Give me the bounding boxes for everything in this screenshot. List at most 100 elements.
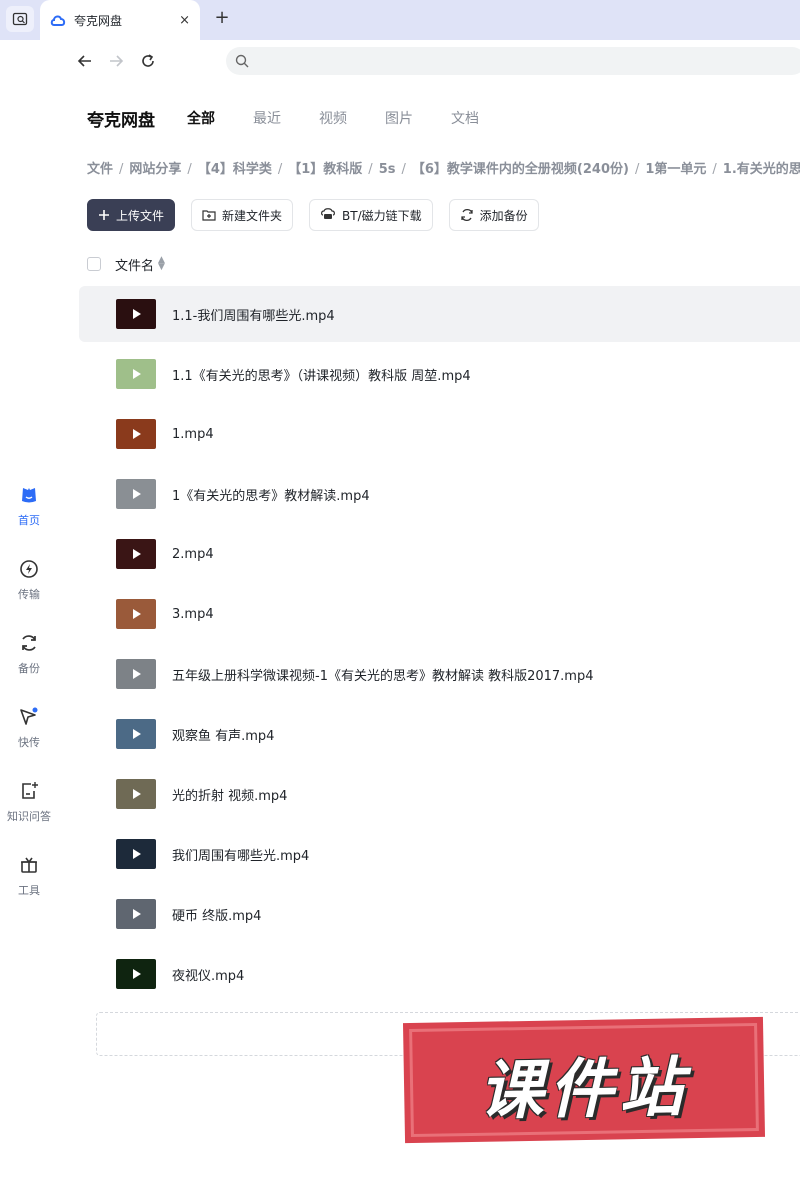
reload-icon bbox=[142, 54, 154, 67]
breadcrumb-item[interactable]: 【6】教学课件内的全册视频(240份) bbox=[412, 162, 629, 177]
video-thumbnail bbox=[116, 899, 156, 929]
arrow-right-icon bbox=[110, 55, 124, 67]
play-icon bbox=[133, 489, 141, 499]
breadcrumb-separator: / bbox=[634, 162, 640, 177]
browser-toolbar bbox=[58, 40, 800, 84]
breadcrumb-item[interactable]: 1第一单元 bbox=[645, 162, 706, 177]
backup-icon bbox=[18, 632, 40, 654]
quick-send-icon bbox=[18, 706, 40, 728]
breadcrumb-item[interactable]: 文件 bbox=[87, 162, 113, 177]
play-icon bbox=[133, 969, 141, 979]
play-icon bbox=[133, 609, 141, 619]
video-thumbnail bbox=[116, 719, 156, 749]
file-row[interactable]: 1.mp4 bbox=[79, 404, 800, 464]
breadcrumb-separator: / bbox=[401, 162, 406, 177]
file-row[interactable]: 我们周围有哪些光.mp4 bbox=[79, 824, 800, 884]
address-bar[interactable] bbox=[226, 47, 800, 75]
sidebar-item-quick-send[interactable]: 快传 bbox=[0, 706, 58, 766]
breadcrumb-separator: / bbox=[712, 162, 717, 177]
file-row[interactable]: 1《有关光的思考》教材解读.mp4 bbox=[79, 464, 800, 524]
sidebar-item-tools[interactable]: 工具 bbox=[0, 854, 58, 914]
file-row[interactable]: 1.1-我们周围有哪些光.mp4 bbox=[79, 286, 800, 342]
play-icon bbox=[133, 789, 141, 799]
file-row[interactable]: 2.mp4 bbox=[79, 524, 800, 584]
sidebar-item-knowledge-qa[interactable]: 知识问答 bbox=[0, 780, 58, 840]
file-row[interactable]: 五年级上册科学微课视频-1《有关光的思考》教材解读 教科版2017.mp4 bbox=[79, 644, 800, 704]
file-row[interactable]: 夜视仪.mp4 bbox=[79, 944, 800, 1004]
play-icon bbox=[133, 669, 141, 679]
column-header-filename[interactable]: 文件名 ▲ ▼ bbox=[115, 255, 165, 274]
file-name[interactable]: 2.mp4 bbox=[172, 547, 214, 562]
new-tab-button[interactable]: + bbox=[212, 7, 232, 29]
file-name[interactable]: 1.mp4 bbox=[172, 427, 214, 442]
file-list-header: 文件名 ▲ ▼ bbox=[87, 254, 165, 274]
file-row[interactable]: 光的折射 视频.mp4 bbox=[79, 764, 800, 824]
file-row[interactable]: 1.1《有关光的思考》（讲课视频）教科版 周堃.mp4 bbox=[79, 344, 800, 404]
plus-icon bbox=[98, 209, 110, 221]
breadcrumb-item[interactable]: 【4】科学类 bbox=[198, 162, 272, 177]
file-name[interactable]: 观察鱼 有声.mp4 bbox=[172, 725, 274, 744]
file-name[interactable]: 1.1《有关光的思考》（讲课视频）教科版 周堃.mp4 bbox=[172, 365, 471, 384]
breadcrumb-item[interactable]: 【1】教科版 bbox=[288, 162, 362, 177]
play-icon bbox=[133, 369, 141, 379]
sidebar-item-backup[interactable]: 备份 bbox=[0, 632, 58, 692]
video-thumbnail bbox=[116, 479, 156, 509]
file-name[interactable]: 3.mp4 bbox=[172, 607, 214, 622]
bt-download-button[interactable]: BT/磁力链下载 bbox=[309, 199, 433, 231]
forward-button[interactable] bbox=[105, 50, 127, 72]
file-row[interactable]: 3.mp4 bbox=[79, 584, 800, 644]
play-icon bbox=[133, 909, 141, 919]
action-bar: 上传文件 新建文件夹 BT/磁力链下载 添加备份 bbox=[87, 199, 555, 231]
file-name[interactable]: 夜视仪.mp4 bbox=[172, 965, 244, 984]
app-sidebar: 首页 传输 备份 快传 知识问答 工具 bbox=[0, 40, 58, 1200]
active-tab[interactable]: 夸克网盘 × bbox=[40, 0, 200, 40]
tab-document[interactable]: 文档 bbox=[451, 108, 479, 128]
brand-title: 夸克网盘 bbox=[87, 111, 155, 131]
breadcrumb-item[interactable]: 5s bbox=[379, 162, 396, 177]
sidebar-item-label: 传输 bbox=[18, 588, 40, 601]
tab-image[interactable]: 图片 bbox=[385, 108, 413, 128]
tab-title: 夸克网盘 bbox=[74, 13, 123, 28]
sidebar-item-transfer[interactable]: 传输 bbox=[0, 558, 58, 618]
breadcrumb-separator: / bbox=[277, 162, 283, 177]
browser-tab-bar: 夸克网盘 × + bbox=[0, 0, 800, 40]
sidebar-item-label: 快传 bbox=[18, 736, 40, 749]
tab-all[interactable]: 全部 bbox=[187, 108, 215, 128]
sidebar-item-home[interactable]: 首页 bbox=[0, 484, 58, 544]
tab-close-button[interactable]: × bbox=[179, 13, 190, 28]
file-row[interactable]: 硬币 终版.mp4 bbox=[79, 884, 800, 944]
upload-label: 上传文件 bbox=[116, 208, 165, 223]
add-backup-label: 添加备份 bbox=[479, 208, 528, 223]
add-backup-button[interactable]: 添加备份 bbox=[448, 199, 539, 231]
file-name[interactable]: 1《有关光的思考》教材解读.mp4 bbox=[172, 485, 370, 504]
sort-icon: ▲ ▼ bbox=[158, 255, 165, 272]
search-icon bbox=[235, 54, 249, 68]
tab-search-icon bbox=[12, 12, 28, 26]
upload-button[interactable]: 上传文件 bbox=[87, 199, 176, 231]
breadcrumb-item[interactable]: 网站分享 bbox=[129, 162, 181, 177]
tab-video[interactable]: 视频 bbox=[319, 108, 347, 128]
sync-icon bbox=[460, 208, 474, 222]
video-thumbnail bbox=[116, 659, 156, 689]
file-name[interactable]: 硬币 终版.mp4 bbox=[172, 905, 261, 924]
tab-recent[interactable]: 最近 bbox=[253, 108, 281, 128]
video-thumbnail bbox=[116, 779, 156, 809]
play-icon bbox=[133, 429, 141, 439]
arrow-left-icon bbox=[77, 55, 91, 67]
video-thumbnail bbox=[116, 539, 156, 569]
file-name[interactable]: 光的折射 视频.mp4 bbox=[172, 785, 287, 804]
file-name[interactable]: 我们周围有哪些光.mp4 bbox=[172, 845, 309, 864]
play-icon bbox=[133, 549, 141, 559]
file-row[interactable]: 观察鱼 有声.mp4 bbox=[79, 704, 800, 764]
back-button[interactable] bbox=[74, 50, 96, 72]
tools-icon bbox=[18, 854, 40, 876]
bt-download-label: BT/磁力链下载 bbox=[342, 208, 422, 223]
file-name[interactable]: 五年级上册科学微课视频-1《有关光的思考》教材解读 教科版2017.mp4 bbox=[172, 665, 594, 684]
new-folder-button[interactable]: 新建文件夹 bbox=[191, 199, 294, 231]
file-name[interactable]: 1.1-我们周围有哪些光.mp4 bbox=[172, 305, 335, 324]
select-all-checkbox[interactable] bbox=[87, 257, 101, 271]
tab-search-button[interactable] bbox=[6, 6, 34, 32]
sidebar-item-label: 知识问答 bbox=[7, 810, 51, 823]
reload-button[interactable] bbox=[137, 50, 159, 72]
breadcrumb-separator: / bbox=[119, 162, 124, 177]
